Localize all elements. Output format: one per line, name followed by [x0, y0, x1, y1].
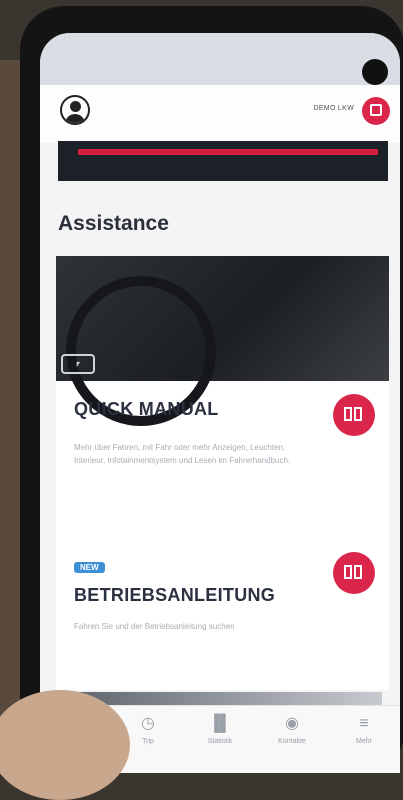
quick-manual-description: Mehr über Fahren, mit Fahr oder mehr Anz… [74, 443, 291, 465]
card-image-cockpit: ⎖ [56, 256, 389, 426]
quick-manual-title: QUICK MANUAL [74, 399, 219, 419]
vehicle-button[interactable] [362, 97, 390, 125]
profile-button[interactable] [60, 95, 90, 125]
clock-icon: ◷ [141, 715, 155, 732]
hand-left [0, 60, 22, 773]
quick-manual-card[interactable]: ⎖ QUICK MANUAL Mehr über Fahren, mit Fah… [56, 256, 389, 556]
betriebsanleitung-card[interactable]: NEW BETRIEBSANLEITUNG Fahren Sie und der… [56, 540, 389, 690]
truck-icon [370, 104, 382, 116]
promo-banner[interactable] [58, 141, 388, 181]
new-badge: NEW [74, 562, 105, 573]
betriebsanleitung-open-button[interactable] [333, 552, 375, 594]
status-bar [40, 33, 400, 85]
target-icon: ◉ [285, 715, 299, 732]
user-icon [70, 101, 81, 112]
app-header: DEMO LKW [40, 85, 400, 143]
menu-icon: ≡ [359, 715, 369, 732]
quick-manual-open-button[interactable] [333, 394, 375, 436]
bar-chart-icon: ▐▌ [208, 715, 232, 732]
banner-accent-bar [78, 149, 378, 155]
section-title: Assistance [58, 212, 169, 235]
driver-seat-icon: ⎖ [61, 354, 95, 374]
hand-thumb [0, 690, 130, 800]
tab-statistik[interactable]: ▐▌ Statistik [192, 714, 248, 745]
book-icon [344, 565, 352, 579]
tab-mehr[interactable]: ≡ Mehr [336, 714, 392, 745]
front-camera [362, 59, 388, 85]
vehicle-name[interactable]: DEMO LKW [313, 105, 354, 112]
betriebsanleitung-description: Fahren Sie und der Betriebsanleitung suc… [74, 622, 235, 631]
tab-kontakte[interactable]: ◉ Kontakte [264, 714, 320, 745]
book-icon [344, 407, 352, 421]
betriebsanleitung-title: BETRIEBSANLEITUNG [74, 585, 276, 605]
